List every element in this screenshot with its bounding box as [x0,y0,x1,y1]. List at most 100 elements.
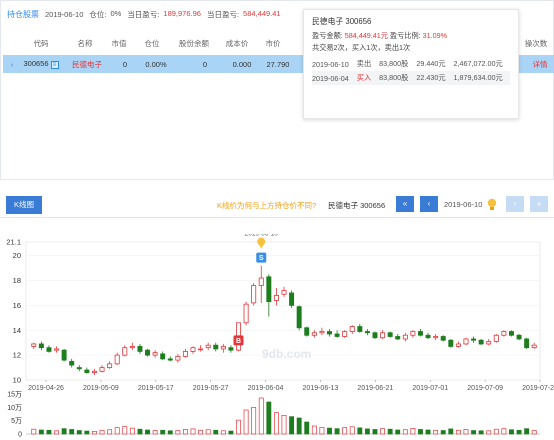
candle-body [364,331,370,334]
candle-body [342,331,348,337]
candle-body [69,360,75,366]
row-code[interactable]: 300656 ≡ [19,59,63,69]
col-shares[interactable]: 股份余额 [171,38,217,49]
volume-bar [402,429,408,435]
x-tick-label: 2019-06-13 [303,385,339,392]
candle-body [175,355,181,361]
popup-pl-line: 盈亏金额: 584,449.41元 盈亏比例: 31.09% [312,31,510,41]
candle-body [440,336,446,341]
holdings-title[interactable]: 持仓股票 [7,9,39,20]
candle-body [493,334,499,342]
volume-tick-label: 10万 [7,404,22,412]
day-pl-label: 当日盈亏: [127,9,160,19]
volume-bar [380,428,386,435]
x-tick-label: 2019-06-21 [357,385,393,392]
volume-bar [54,430,59,435]
candle-body [402,334,408,340]
volume-bar [372,429,378,435]
popup-trade-summary: 共交易2次，买入1次，卖出1次 [312,43,411,52]
candle-body [463,338,469,345]
volume-bar [258,397,264,435]
nav-first-button[interactable]: « [396,196,414,212]
kline-header: K线图 K线价为何与上方持仓价不同? 民德电子 300656 « ‹ 2019-… [0,192,554,218]
volume-bar [334,428,340,435]
volume-bar [69,429,75,435]
volume-bar [266,401,272,435]
day-pl-value: 189,976.96 [163,8,201,18]
volume-bar [122,426,128,435]
volume-bar [342,427,348,435]
sell-marker-label: S [259,255,264,262]
total-pl-value: 584,449.41 [243,8,281,18]
candle-body [357,326,363,332]
volume-bar [84,430,90,435]
candle-body [425,334,431,339]
candle-body [304,327,310,336]
popup-pl-value: 584,449.41元 [344,31,388,40]
nav-prev-button[interactable]: ‹ [420,196,438,212]
volume-bar [38,429,44,435]
row-price: 27.790 [266,59,290,69]
pin-icon-tail [258,243,265,249]
candle-body [380,332,386,339]
candle-body [243,303,249,324]
candle-body [531,344,537,349]
candle-body [311,332,317,336]
candle-body [273,295,279,301]
trade-price: 22.430元 [416,73,446,82]
col-price[interactable]: 市价 [257,38,289,49]
candle-body [152,352,158,356]
volume-bar [129,427,135,435]
candle-body [387,332,393,337]
candle-body [417,331,423,336]
volume-bar [289,416,295,435]
nav-next-button[interactable]: › [506,196,524,212]
popup-title: 民德电子 300656 [312,17,372,26]
bulb-icon[interactable] [487,198,497,212]
kline-tab[interactable]: K线图 [6,196,42,214]
row-expand-icon[interactable]: › [9,60,15,69]
trade-price: 29.440元 [416,59,446,68]
volume-bar [455,429,461,435]
watermark-text: 9db.com [262,347,311,361]
candle-body [410,331,416,336]
trade-type: 买入 [356,73,372,82]
candle-body [433,336,439,339]
candle-body [107,363,113,368]
candle-body [395,336,401,340]
volume-bar [220,430,226,435]
volume-bar [251,406,257,435]
candle-body [319,331,325,334]
col-code[interactable]: 代码 [23,38,59,49]
col-cost[interactable]: 成本价 [219,38,255,49]
nav-last-button[interactable]: » [530,196,548,212]
volume-bar [501,428,507,435]
x-tick-label: 2019-07-01 [412,385,448,392]
col-trade-count[interactable]: 操次数 [519,38,553,49]
volume-bar [395,429,401,435]
col-position[interactable]: 仓位 [137,38,167,49]
candle-body [38,343,44,349]
volume-bar [463,429,469,435]
row-name[interactable]: 民德电子 [69,59,105,70]
kline-price-question-link[interactable]: K线价为何与上方持仓价不同? [217,200,316,211]
volume-bar [243,409,249,435]
volume-bar [114,427,120,435]
col-name[interactable]: 名称 [67,38,103,49]
volume-bar [349,426,355,435]
summary-date: 2019-06-10 [45,9,84,19]
candle-body [372,332,378,339]
volume-bar [509,429,514,435]
y-tick-label: 16 [13,301,21,310]
candle-body [266,276,272,303]
detail-link[interactable]: 详情 [527,59,553,70]
kline-chart[interactable]: 21.1 20 18 16 14 12 10 9db.com 2019-04-26 2019-05… [0,234,554,440]
col-market-value[interactable]: 市值 [103,38,135,49]
total-pl-label: 当日盈亏: [206,9,240,19]
x-tick-label: 2019-06-04 [248,385,284,392]
trade-type: 卖出 [356,59,372,68]
candle-body [167,358,173,361]
candle-body [349,326,355,332]
volume-bar [516,429,522,435]
y-tick-label: 12 [13,351,21,360]
